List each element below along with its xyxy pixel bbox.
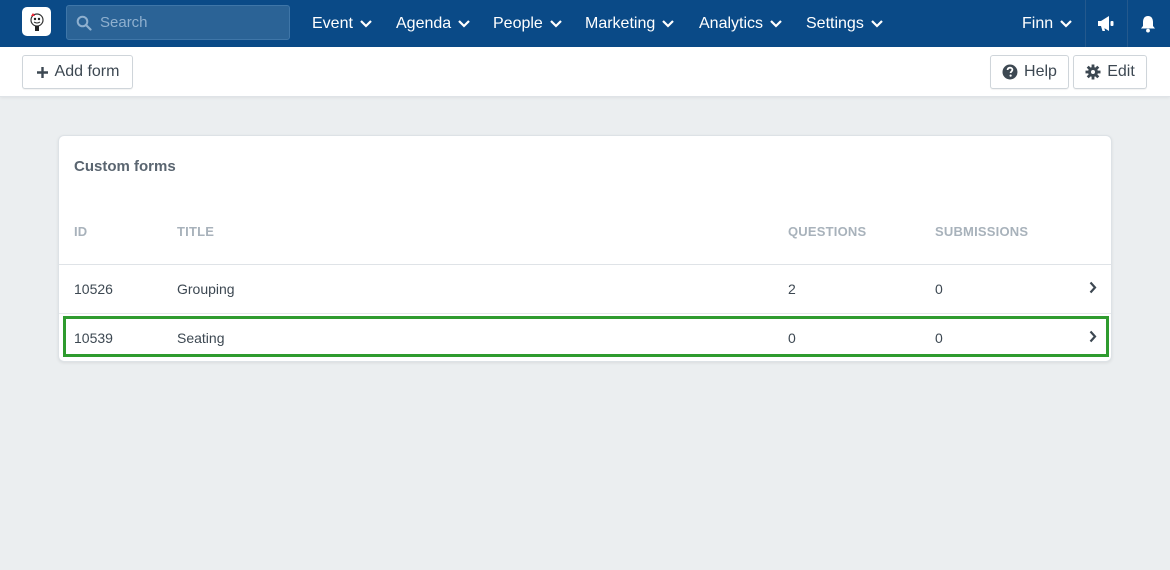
table-row[interactable]: 10526 Grouping 2 0	[59, 265, 1111, 314]
gear-icon	[1085, 64, 1101, 80]
search-box[interactable]	[66, 5, 290, 40]
chevron-right-icon[interactable]	[1089, 330, 1097, 343]
help-button[interactable]: Help	[990, 55, 1069, 89]
column-header-submissions: SUBMISSIONS	[935, 224, 1029, 239]
user-name: Finn	[1022, 14, 1054, 32]
help-icon	[1002, 64, 1018, 80]
column-header-questions: QUESTIONS	[788, 224, 867, 239]
nav-menu-label: People	[493, 14, 543, 32]
add-form-button[interactable]: Add form	[22, 55, 133, 89]
chevron-down-icon	[458, 19, 470, 28]
column-header-id: ID	[74, 224, 88, 239]
user-menu[interactable]: Finn	[1022, 0, 1072, 47]
custom-forms-card: Custom forms ID TITLE QUESTIONS SUBMISSI…	[58, 135, 1112, 362]
nav-menu-label: Agenda	[396, 14, 452, 32]
chevron-down-icon	[871, 19, 883, 28]
column-header-title: TITLE	[177, 224, 215, 239]
cell-submissions: 0	[935, 330, 943, 346]
nav-menu-settings[interactable]: Settings	[806, 0, 883, 47]
cell-submissions: 0	[935, 281, 943, 297]
add-form-label: Add form	[54, 63, 120, 80]
nav-menu-label: Marketing	[585, 14, 656, 32]
cell-questions: 0	[788, 330, 796, 346]
nav-menu-event[interactable]: Event	[312, 0, 372, 47]
cell-title: Grouping	[177, 281, 235, 297]
nav-menu-label: Event	[312, 14, 353, 32]
nav-menu-marketing[interactable]: Marketing	[585, 0, 675, 47]
chevron-down-icon	[770, 19, 782, 28]
bell-icon[interactable]	[1128, 0, 1168, 47]
edit-label: Edit	[1107, 63, 1135, 80]
cell-id: 10539	[74, 330, 113, 346]
nav-menu-agenda[interactable]: Agenda	[396, 0, 470, 47]
edit-button[interactable]: Edit	[1073, 55, 1147, 89]
chevron-right-icon[interactable]	[1089, 281, 1097, 294]
nav-menu-people[interactable]: People	[493, 0, 562, 47]
logo-icon[interactable]	[22, 7, 51, 36]
search-icon	[75, 14, 93, 32]
chevron-down-icon	[360, 19, 372, 28]
top-navigation-bar: Event Agenda People Marketing Analytics …	[0, 0, 1170, 47]
action-bar: Add form Help Edit	[0, 47, 1170, 97]
nav-menu-analytics[interactable]: Analytics	[699, 0, 782, 47]
help-label: Help	[1024, 63, 1057, 80]
cell-title: Seating	[177, 330, 225, 346]
card-title: Custom forms	[74, 158, 176, 175]
megaphone-icon[interactable]	[1086, 0, 1126, 47]
chevron-down-icon	[1060, 19, 1072, 28]
nav-menu-label: Settings	[806, 14, 864, 32]
cell-id: 10526	[74, 281, 113, 297]
cell-questions: 2	[788, 281, 796, 297]
chevron-down-icon	[662, 19, 675, 28]
chevron-down-icon	[550, 19, 562, 28]
nav-menu-label: Analytics	[699, 14, 764, 32]
plus-icon	[36, 66, 49, 79]
table-row[interactable]: 10539 Seating 0 0	[59, 314, 1111, 363]
search-input[interactable]	[100, 14, 280, 31]
